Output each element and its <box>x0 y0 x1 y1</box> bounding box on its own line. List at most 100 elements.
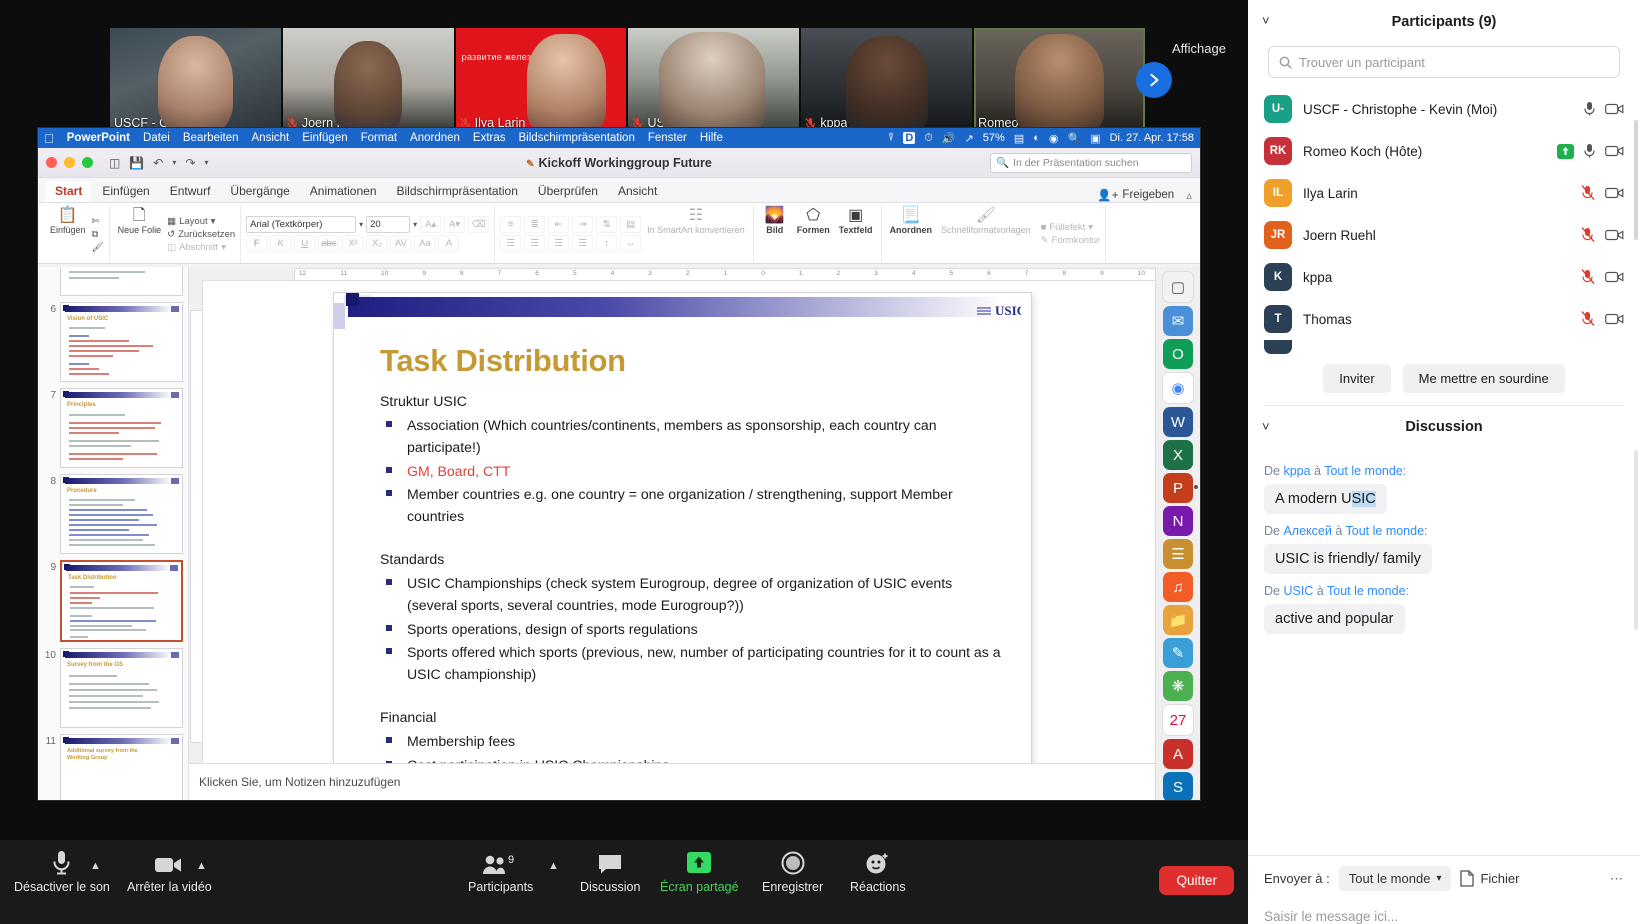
chat-button[interactable]: Discussion <box>580 849 640 894</box>
fill-effect-button[interactable]: ■ Füllefekt ▾ <box>1041 222 1101 233</box>
video-options-chevron-icon[interactable]: ▲ <box>196 860 207 872</box>
mic-icon[interactable] <box>1583 101 1596 117</box>
menu-hilfe[interactable]: Hilfe <box>700 132 723 144</box>
send-to-dropdown[interactable]: Tout le monde ▾ <box>1338 866 1452 891</box>
justify-button[interactable]: ☰ <box>572 235 594 252</box>
participants-options-chevron-icon[interactable]: ▲ <box>548 860 559 872</box>
menu-fenster[interactable]: Fenster <box>648 132 687 144</box>
participant-row[interactable]: RK Romeo Koch (Hôte) <box>1264 130 1624 172</box>
cut-button[interactable]: ✄ <box>92 216 104 227</box>
camera-icon[interactable] <box>1605 312 1624 326</box>
slide-canvas[interactable]: USIC Task Distribution Struktur USIC Ass… <box>334 293 1031 763</box>
slide-thumbnail-pane[interactable]: 5 6 Vision of USIC <box>38 267 189 800</box>
skype-icon[interactable]: S <box>1163 772 1193 800</box>
slide-thumbnail[interactable]: 7 Principles <box>38 385 188 471</box>
participants-scrollbar[interactable] <box>1634 120 1638 240</box>
textbox-button[interactable]: ▣ Textfeld <box>836 206 876 236</box>
font-size-dropdown-icon[interactable]: ▾ <box>413 220 417 229</box>
align-center-button[interactable]: ☰ <box>524 235 546 252</box>
columns-button[interactable]: ▤ <box>620 216 642 233</box>
divvy-icon[interactable]: D <box>903 132 916 144</box>
chat-sender[interactable]: Алексей <box>1283 524 1331 538</box>
apple-logo-icon[interactable]:  <box>44 132 54 145</box>
maximize-window-button[interactable] <box>82 157 93 168</box>
participant-search-input[interactable]: Trouver un participant <box>1268 46 1620 78</box>
menu-bearbeiten[interactable]: Bearbeiten <box>183 132 239 144</box>
invite-button[interactable]: Inviter <box>1323 364 1391 393</box>
slide-thumbnail-selected[interactable]: 9 Task Distribution <box>38 557 188 645</box>
video-tile[interactable]: kppa <box>801 28 973 133</box>
tab-start[interactable]: Start <box>46 181 92 202</box>
slide-thumbnail[interactable]: 8 Procedure <box>38 471 188 557</box>
video-tile[interactable]: Joern Ruehl <box>282 28 454 133</box>
mute-me-button[interactable]: Me mettre en sourdine <box>1402 364 1565 393</box>
chat-message-bubble[interactable]: A modern USIC <box>1264 484 1387 514</box>
undo-dropdown-icon[interactable]: ▾ <box>172 158 176 167</box>
chat-sender[interactable]: USIC <box>1283 584 1313 598</box>
chat-more-options-icon[interactable]: ⋯ <box>1610 871 1624 887</box>
participant-row[interactable]: IL Ilya Larin <box>1264 172 1624 214</box>
tab-einfuegen[interactable]: Einfügen <box>93 181 158 202</box>
participant-row[interactable]: JR Joern Ruehl <box>1264 214 1624 256</box>
camera-icon[interactable] <box>1605 228 1624 242</box>
tab-ueberpruefen[interactable]: Überprüfen <box>529 181 607 202</box>
notes-app-icon[interactable]: ☰ <box>1163 539 1193 569</box>
music-icon[interactable]: ♫ <box>1163 572 1193 602</box>
word-icon[interactable]: W <box>1163 407 1193 437</box>
presentation-search-box[interactable]: 🔍 In der Präsentation suchen <box>990 152 1192 173</box>
text-direction-button[interactable]: ↕ <box>596 235 618 252</box>
control-center-icon[interactable]: ◉ <box>1049 132 1059 145</box>
chat-sender[interactable]: kppa <box>1283 464 1310 478</box>
minimize-window-button[interactable] <box>64 157 75 168</box>
notes-pane[interactable]: Klicken Sie, um Notizen hinzuzufügen <box>189 763 1200 800</box>
convert-to-smartart-button[interactable]: ☷ In SmartArt konvertieren <box>644 206 748 236</box>
chrome-icon[interactable]: ◉ <box>1162 372 1194 404</box>
align-text-button[interactable]: ↔ <box>620 235 642 252</box>
camera-icon[interactable] <box>1605 144 1624 158</box>
menu-ansicht[interactable]: Ansicht <box>252 132 290 144</box>
slide-thumbnail[interactable]: 11 Additional survey from the Working Gr… <box>38 731 188 800</box>
increase-font-size-button[interactable]: A▴ <box>420 216 442 233</box>
video-tile[interactable]: USIC <box>628 28 800 133</box>
font-color-button[interactable]: A <box>438 235 460 252</box>
slide-editing-pane[interactable]: 12 11 10 9 8 7 6 5 4 3 2 1 0 1 2 3 4 5 6… <box>189 267 1200 763</box>
powerpoint-icon[interactable]: P <box>1163 473 1198 503</box>
decrease-font-size-button[interactable]: A▾ <box>444 216 466 233</box>
spotlight-search-icon[interactable]: 🔍 <box>1068 132 1082 145</box>
section-button[interactable]: ◫ Abschnitt ▾ <box>167 242 235 253</box>
tab-animationen[interactable]: Animationen <box>301 181 386 202</box>
reactions-button[interactable]: Réactions <box>850 849 906 894</box>
participant-row[interactable]: U- USCF - Christophe - Kevin (Moi) <box>1264 88 1624 130</box>
volume-icon[interactable]: 🔊 <box>942 132 956 145</box>
redo-icon[interactable]: ↷ <box>185 156 195 170</box>
share-screen-button[interactable]: Écran partagé <box>660 849 739 894</box>
calendar-icon[interactable]: 27 <box>1162 704 1194 736</box>
strikethrough-button[interactable]: abc <box>318 235 340 252</box>
mail-icon[interactable]: ✉ <box>1163 306 1193 336</box>
mic-off-icon[interactable] <box>1581 311 1596 327</box>
numbering-button[interactable]: ≣ <box>524 216 546 233</box>
view-menu-label[interactable]: Affichage <box>1172 41 1226 56</box>
participant-row[interactable]: T Thomas <box>1264 298 1624 340</box>
superscript-button[interactable]: X² <box>342 235 364 252</box>
tab-uebergaenge[interactable]: Übergänge <box>221 181 298 202</box>
italic-button[interactable]: K <box>270 235 292 252</box>
change-case-button[interactable]: Aa <box>414 235 436 252</box>
mic-off-icon[interactable] <box>1581 227 1596 243</box>
decrease-indent-button[interactable]: ⇤ <box>548 216 570 233</box>
clock-icon[interactable]: ⏱ <box>924 132 933 145</box>
file-attach-button[interactable]: Fichier <box>1460 870 1519 887</box>
bold-button[interactable]: F <box>246 235 268 252</box>
audio-options-chevron-icon[interactable]: ▲ <box>90 860 101 872</box>
video-tile[interactable]: USCF - Christoph... <box>110 28 281 133</box>
share-button[interactable]: 👤+ Freigeben ▵ <box>1097 188 1192 202</box>
outlook-icon[interactable]: O <box>1163 339 1193 369</box>
display-icon[interactable]: ▣ <box>1090 132 1100 145</box>
next-page-button[interactable] <box>1136 62 1172 98</box>
chat-message-list[interactable]: De kppa à Tout le monde: A modern USIC D… <box>1248 448 1640 855</box>
keyboard-icon[interactable]: ⍒ <box>888 132 895 145</box>
slide-thumbnail[interactable]: 6 Vision of USIC <box>38 299 188 385</box>
slide-thumbnail[interactable]: 10 Survey from the GS <box>38 645 188 731</box>
collapse-chat-chevron-icon[interactable]: ˅ <box>1262 419 1270 434</box>
chat-message-bubble[interactable]: active and popular <box>1264 604 1405 634</box>
